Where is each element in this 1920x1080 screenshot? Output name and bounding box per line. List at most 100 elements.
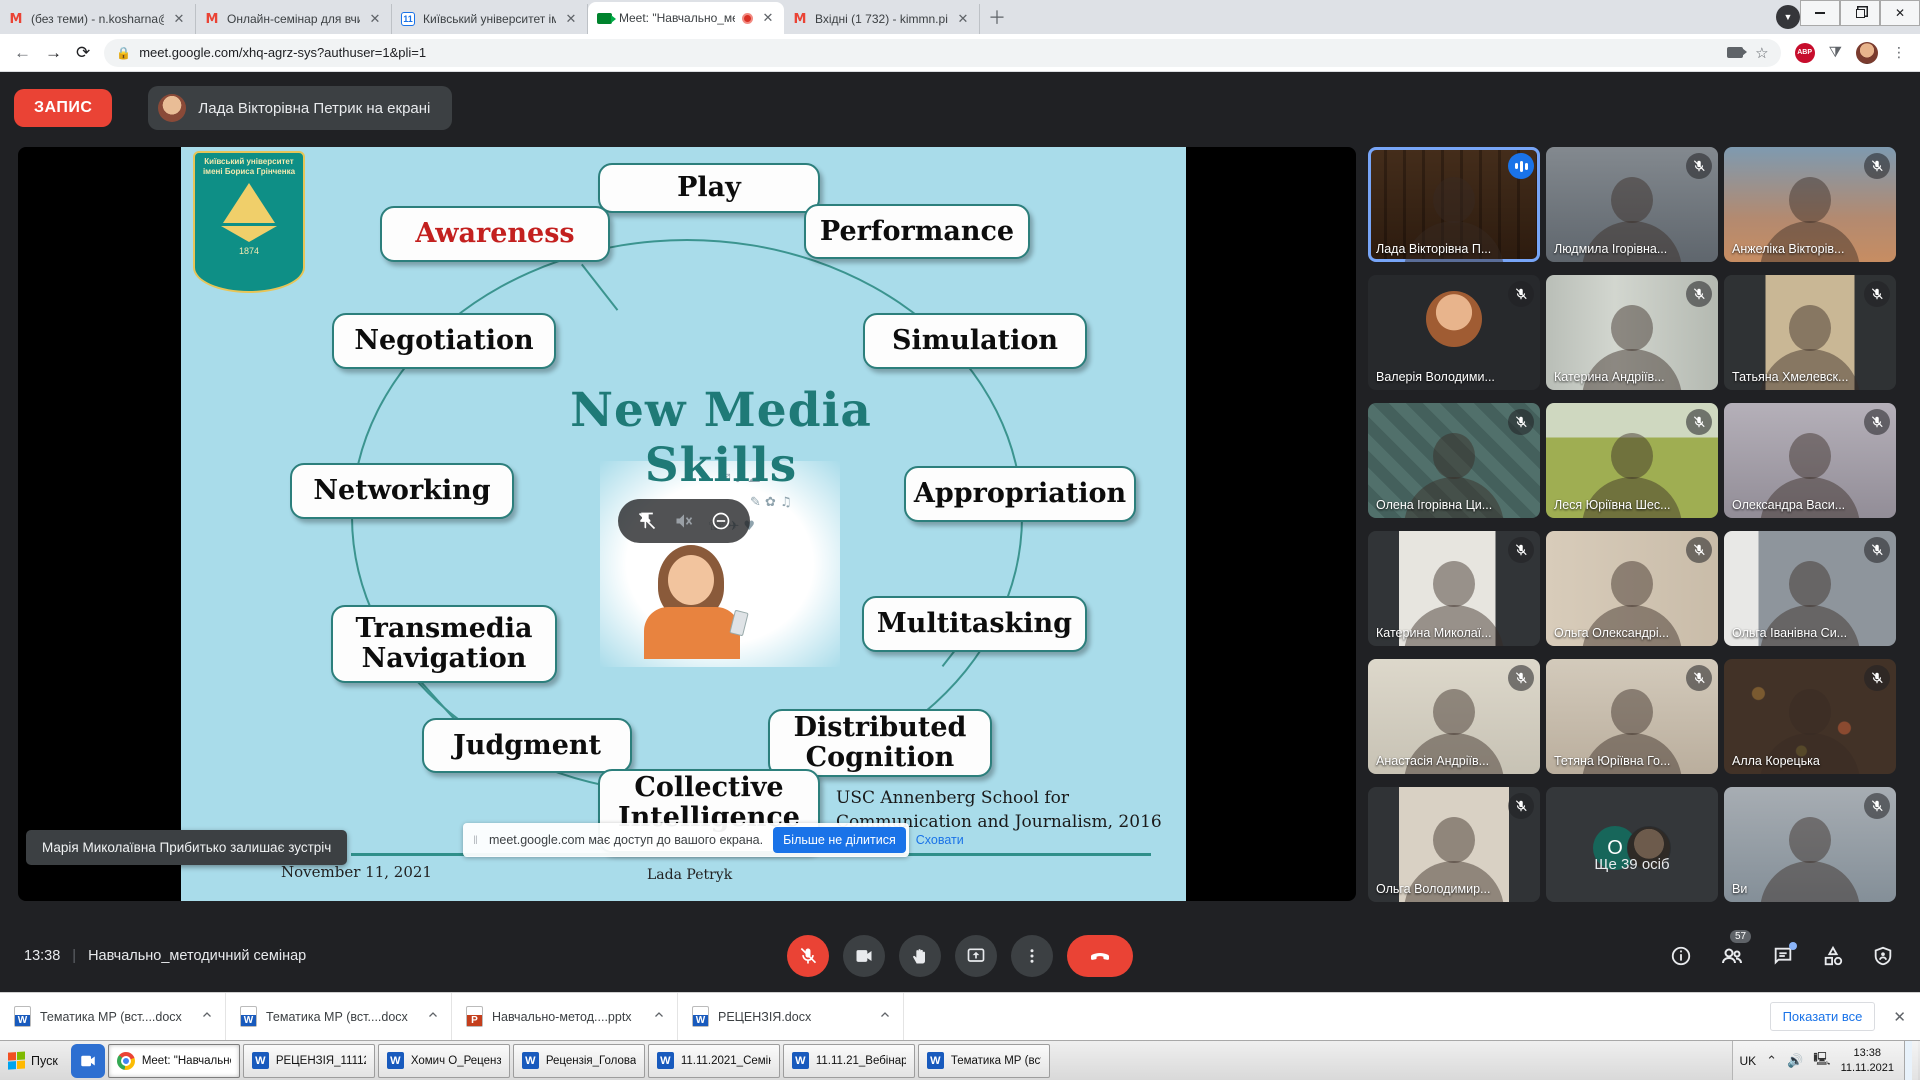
tab-title: Meet: "Навчально_методични [619,11,735,25]
window-controls: ✕ [1800,0,1920,26]
adblock-extension-icon[interactable]: ABP [1795,43,1815,63]
mute-participant-icon[interactable] [674,511,694,531]
close-downloads-bar-icon[interactable]: ✕ [1893,1008,1906,1026]
taskbar-task-word[interactable]: W 11.11.21_Вебінари_... [783,1044,915,1078]
close-icon[interactable]: ✕ [563,11,579,27]
word-file-icon: W [692,1006,709,1027]
download-item[interactable]: W Тематика МР (вст....docx [226,993,452,1040]
participant-tile[interactable]: Олександра Васи... [1724,403,1896,518]
taskbar-task-word[interactable]: W РЕЦЕНЗІЯ_111121 - ... [243,1044,375,1078]
forward-button[interactable]: → [45,43,62,63]
camera-toggle-button[interactable] [843,935,885,977]
start-button[interactable]: Пуск [2,1044,68,1078]
url-text[interactable]: meet.google.com/xhq-agrz-sys?authuser=1&… [139,45,426,60]
taskbar-task-word[interactable]: W Тематика МР (вступ ... [918,1044,1050,1078]
restore-button[interactable] [1840,0,1880,26]
reload-button[interactable]: ⟳ [76,43,90,63]
participant-tile[interactable]: Тетяна Юріївна Го... [1546,659,1718,774]
participant-tile[interactable]: Ольга Олександрі... [1546,531,1718,646]
present-screen-button[interactable] [955,935,997,977]
chevron-up-icon[interactable] [427,1008,439,1026]
media-controls-button[interactable]: ▼ [1776,5,1800,29]
more-options-button[interactable] [1011,935,1053,977]
mic-muted-icon [1686,281,1712,307]
mic-muted-icon [1508,281,1534,307]
shared-screen-tile[interactable]: Київський університетімені Бориса Грінче… [18,147,1356,901]
profile-avatar[interactable] [1856,42,1878,64]
tab-gmail-seminar[interactable]: M Онлайн-семінар для вчителів іноз ✕ [196,4,392,34]
raise-hand-button[interactable] [899,935,941,977]
self-view-tile[interactable]: Ви [1724,787,1896,902]
slide-date: November 11, 2021 [281,863,432,881]
meeting-details-button[interactable] [1670,945,1692,967]
remove-from-call-icon[interactable] [711,511,731,531]
address-bar[interactable]: 🔒 meet.google.com/xhq-agrz-sys?authuser=… [104,39,1780,67]
camera-in-use-icon[interactable] [1727,47,1743,58]
stop-sharing-button[interactable]: Більше не ділитися [773,827,906,853]
skill-box-simulation: Simulation [863,313,1087,369]
new-tab-button[interactable]: ＋ [988,4,1006,30]
meet-icon [597,13,612,24]
minimize-button[interactable] [1800,0,1840,26]
participant-tile[interactable]: Ольга Володимир... [1368,787,1540,902]
show-desktop-button[interactable] [1904,1041,1912,1080]
taskbar-clock[interactable]: 13:3811.11.2021 [1841,1046,1894,1075]
network-icon[interactable]: 🖳 [1813,1050,1830,1072]
tab-calendar[interactable]: 11 Київський університет імені Борис ✕ [392,4,588,34]
close-icon[interactable]: ✕ [760,10,776,26]
extensions-icon[interactable]: ⧩ [1829,44,1842,61]
taskbar-task-chrome[interactable]: Meet: "Навчально... [108,1044,240,1078]
bookmark-star-icon[interactable]: ☆ [1755,44,1768,62]
participant-tile[interactable]: Анастасія Андріїв... [1368,659,1540,774]
leave-call-button[interactable] [1067,935,1133,977]
tab-gmail-inbox[interactable]: M Вхідні (1 732) - kimmn.pi@kubg.ed ✕ [784,4,980,34]
activities-button[interactable] [1822,945,1844,967]
taskbar-task-word[interactable]: W 11.11.2021_Семінар... [648,1044,780,1078]
participant-tile[interactable]: Валерія Володими... [1368,275,1540,390]
back-button[interactable]: ← [14,43,31,63]
taskbar-task-word[interactable]: W Рецензія_Головатен... [513,1044,645,1078]
participant-tile[interactable]: Алла Корецька [1724,659,1896,774]
skill-box-play: Play [598,163,820,213]
tab-meet-active[interactable]: Meet: "Навчально_методични ✕ [588,2,784,34]
participant-tile[interactable]: Катерина Миколаї... [1368,531,1540,646]
chat-button[interactable] [1772,945,1794,967]
close-icon[interactable]: ✕ [367,11,383,27]
browser-menu-icon[interactable]: ⋮ [1892,44,1906,61]
drag-handle-icon[interactable]: ‖ [473,833,479,847]
chevron-up-icon[interactable] [653,1008,665,1026]
host-controls-button[interactable] [1872,945,1894,967]
close-icon[interactable]: ✕ [955,11,971,27]
participant-tile[interactable]: Катерина Андріїв... [1546,275,1718,390]
taskbar-task-word[interactable]: W Хомич О_Рецензія [Р... [378,1044,510,1078]
hidden-icons-chevron[interactable]: ⌃ [1766,1053,1777,1069]
close-window-button[interactable]: ✕ [1880,0,1920,26]
download-item[interactable]: P Навчально-метод....pptx [452,993,678,1040]
participant-tile[interactable]: Татьяна Хмелевск... [1724,275,1896,390]
skill-box-performance: Performance [804,204,1030,259]
word-file-icon: W [240,1006,257,1027]
show-all-downloads-button[interactable]: Показати все [1770,1002,1876,1031]
participant-tile[interactable]: Ольга Іванівна Си... [1724,531,1896,646]
skill-box-judgment: Judgment [422,718,632,773]
close-icon[interactable]: ✕ [171,11,187,27]
tab-gmail-compose[interactable]: M (без теми) - n.kosharna@kubg.edu ✕ [0,4,196,34]
chevron-up-icon[interactable] [201,1008,213,1026]
participant-tile[interactable]: Леся Юріївна Шес... [1546,403,1718,518]
participants-button[interactable]: 57 [1720,944,1744,968]
participant-tile[interactable]: Анжеліка Вікторів... [1724,147,1896,262]
skill-box-distributed-cognition: Distributed Cognition [768,709,992,777]
download-item[interactable]: W Тематика МР (вст....docx [0,993,226,1040]
chevron-up-icon[interactable] [879,1008,891,1026]
participant-tile[interactable]: Олена Ігорівна Ци... [1368,403,1540,518]
download-item[interactable]: W РЕЦЕНЗІЯ.docx [678,993,904,1040]
hide-notification-link[interactable]: Сховати [916,833,964,847]
mic-toggle-button[interactable] [787,935,829,977]
unpin-icon[interactable] [637,511,657,531]
overflow-participants-tile[interactable]: O Ще 39 осіб [1546,787,1718,902]
participant-tile[interactable]: Людмила Ігорівна... [1546,147,1718,262]
volume-icon[interactable]: 🔊 [1787,1053,1803,1069]
language-indicator[interactable]: UK [1739,1054,1756,1068]
participant-tile[interactable]: Лада Вікторівна П... [1368,147,1540,262]
camera-app-button[interactable] [71,1044,105,1078]
